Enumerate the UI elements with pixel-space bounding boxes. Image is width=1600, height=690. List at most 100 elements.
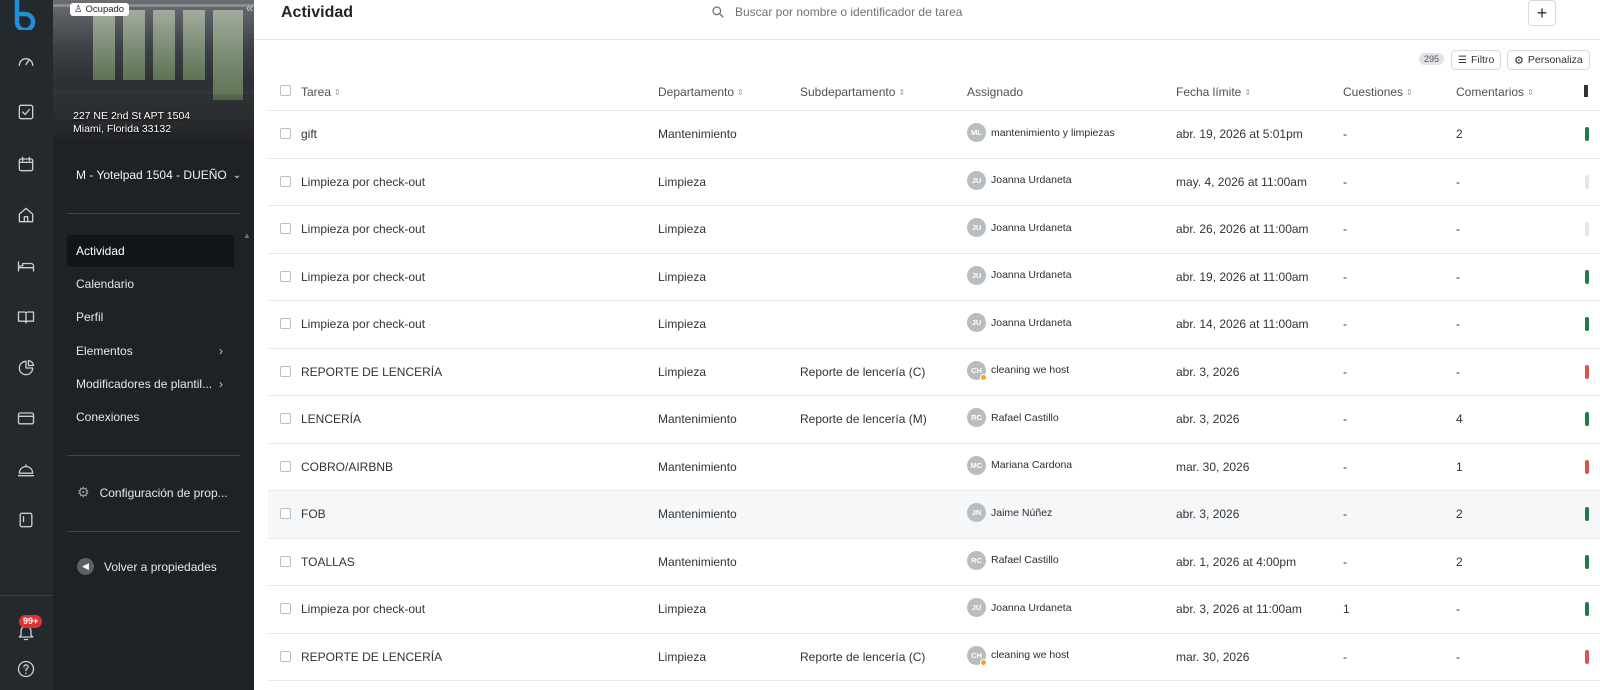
property-settings-link[interactable]: ⚙ Configuración de prop... [77, 484, 228, 501]
assignee-name: cleaning we host [991, 364, 1070, 376]
chart-icon[interactable] [14, 356, 38, 380]
department: Mantenimiento [658, 127, 737, 141]
column-header-comentarios[interactable]: Comentarios ⇕ [1456, 85, 1534, 99]
table-row[interactable]: Limpieza por check-out Limpieza JU Joanna U… [268, 206, 1600, 254]
department: Limpieza [658, 269, 707, 284]
task-name[interactable]: Limpieza por check-out [301, 175, 425, 189]
task-name[interactable]: gift [301, 127, 317, 141]
back-to-properties-link[interactable]: ◀ Volver a propiedades [77, 558, 217, 575]
sort-icon: ⇕ [737, 87, 744, 97]
table-row[interactable]: Limpieza por check-out Limpieza JU Joanna U… [268, 254, 1600, 301]
issues-count: 1 [1343, 602, 1350, 616]
search-input[interactable] [735, 5, 1035, 19]
table-row[interactable]: COBRO/AIRBNB Mantenimiento MC Mariana Cardo… [268, 444, 1600, 491]
calendar-icon[interactable] [14, 152, 38, 176]
select-all-checkbox[interactable] [280, 85, 291, 96]
issues-count: - [1343, 412, 1347, 426]
column-header-departamento[interactable]: Departamento ⇕ [658, 85, 744, 99]
help-icon[interactable] [14, 657, 38, 681]
sidebar-divider [67, 531, 240, 532]
collapse-sidebar-icon[interactable]: « [246, 0, 253, 15]
nav-item-modificadores[interactable]: Modificadores de plantil... › [67, 368, 234, 400]
due-date: abr. 19, 2026 at 11:00am [1176, 269, 1309, 284]
table-row[interactable]: LENCERÍA Mantenimiento Reporte de lencería… [268, 396, 1600, 444]
issues-count: - [1343, 649, 1347, 664]
comments-count: - [1456, 269, 1460, 284]
row-checkbox[interactable] [280, 413, 291, 424]
table-row[interactable]: REPORTE DE LENCERÍA Limpieza Reporte de le… [268, 349, 1600, 396]
filter-icon: ☰ [1458, 54, 1467, 66]
table-row[interactable]: TOALLAS Mantenimiento RC Rafael Castillo abr… [268, 539, 1600, 586]
status-dot-icon [980, 658, 987, 666]
task-name[interactable]: REPORTE DE LENCERÍA [301, 650, 442, 664]
status-indicator [1585, 127, 1589, 141]
table-toolbar: 295 ☰ Filtro ⚙ Personaliza [254, 50, 1600, 72]
task-name[interactable]: Limpieza por check-out [301, 270, 425, 284]
row-checkbox[interactable] [280, 603, 291, 614]
table-row[interactable]: REPORTE DE LENCERÍA Limpieza Reporte de le… [268, 634, 1600, 681]
table-row[interactable]: Limpieza por check-out Limpieza JU Joanna U… [268, 586, 1600, 634]
chevron-down-icon: ⌄ [232, 169, 242, 181]
book-icon[interactable] [14, 305, 38, 329]
filter-button[interactable]: ☰ Filtro [1451, 50, 1502, 70]
column-header-cuestiones[interactable]: Cuestiones ⇕ [1343, 85, 1413, 99]
due-date: abr. 3, 2026 at 11:00am [1176, 602, 1302, 616]
row-checkbox[interactable] [280, 650, 291, 662]
scroll-up-icon[interactable]: ▲ [243, 231, 251, 240]
assignee: RC Rafael Castillo [967, 408, 1059, 427]
task-name[interactable]: Limpieza por check-out [301, 317, 425, 331]
avatar: JU [967, 265, 986, 285]
customize-button[interactable]: ⚙ Personaliza [1507, 50, 1590, 70]
task-name[interactable]: Limpieza por check-out [301, 602, 425, 616]
row-checkbox[interactable] [280, 128, 291, 139]
table-row[interactable]: Limpieza por check-out Limpieza JU Joanna U… [268, 159, 1600, 206]
add-task-button[interactable]: + [1528, 0, 1556, 26]
nav-item-elementos[interactable]: Elementos › [67, 335, 234, 367]
table-row[interactable]: Limpieza por check-out Limpieza JU Joanna U… [268, 301, 1600, 349]
task-name[interactable]: FOB [301, 507, 326, 521]
task-name[interactable]: Limpieza por check-out [301, 222, 425, 236]
department: Mantenimiento [658, 459, 737, 474]
issues-count: - [1343, 269, 1347, 284]
nav-item-conexiones[interactable]: Conexiones [67, 401, 234, 433]
table-row[interactable]: gift Mantenimiento ML mantenimiento y limpi… [268, 111, 1600, 159]
comments-count: - [1456, 222, 1460, 236]
task-name[interactable]: LENCERÍA [301, 412, 361, 426]
column-header-fecha-limite[interactable]: Fecha límite ⇕ [1176, 85, 1251, 99]
task-count-badge: 295 [1419, 53, 1445, 65]
task-name[interactable]: TOALLAS [301, 555, 355, 569]
document-icon[interactable] [14, 508, 38, 532]
task-name[interactable]: REPORTE DE LENCERÍA [301, 365, 442, 379]
nav-item-perfil[interactable]: Perfil [67, 301, 234, 333]
service-icon[interactable] [14, 457, 38, 481]
nav-item-calendario[interactable]: Calendario [67, 268, 234, 300]
bed-icon[interactable] [14, 254, 38, 278]
row-checkbox[interactable] [280, 460, 291, 472]
due-date: may. 4, 2026 at 11:00am [1176, 174, 1307, 189]
owner-selector[interactable]: M - Yotelpad 1504 - DUEÑO ⌄ [76, 168, 241, 182]
row-checkbox[interactable] [280, 270, 291, 282]
home-icon[interactable] [14, 203, 38, 227]
row-checkbox[interactable] [280, 223, 291, 234]
table-row[interactable]: FOB Mantenimiento JN Jaime Núñez abr. 3, 202… [268, 491, 1600, 539]
column-header-subdepartamento[interactable]: Subdepartamento ⇕ [800, 85, 905, 99]
page-title: Actividad [281, 4, 354, 21]
avatar: JU [967, 598, 986, 617]
row-checkbox[interactable] [280, 508, 291, 519]
inbox-icon[interactable] [14, 100, 38, 124]
nav-item-actividad[interactable]: Actividad [67, 235, 234, 267]
dashboard-icon[interactable] [14, 50, 38, 74]
row-checkbox[interactable] [280, 318, 291, 329]
card-icon[interactable] [14, 406, 38, 430]
comments-count: - [1456, 317, 1460, 331]
comments-count: - [1456, 602, 1460, 616]
assignee: JU Joanna Urdaneta [967, 265, 1072, 285]
row-checkbox[interactable] [280, 555, 291, 567]
row-checkbox[interactable] [280, 175, 291, 187]
task-name[interactable]: COBRO/AIRBNB [301, 460, 393, 474]
due-date: abr. 14, 2026 at 11:00am [1176, 317, 1309, 331]
app-logo-icon[interactable] [11, 0, 41, 30]
column-header-overflow [1584, 85, 1588, 97]
row-checkbox[interactable] [280, 365, 291, 377]
column-header-tarea[interactable]: Tarea ⇕ [301, 85, 341, 99]
